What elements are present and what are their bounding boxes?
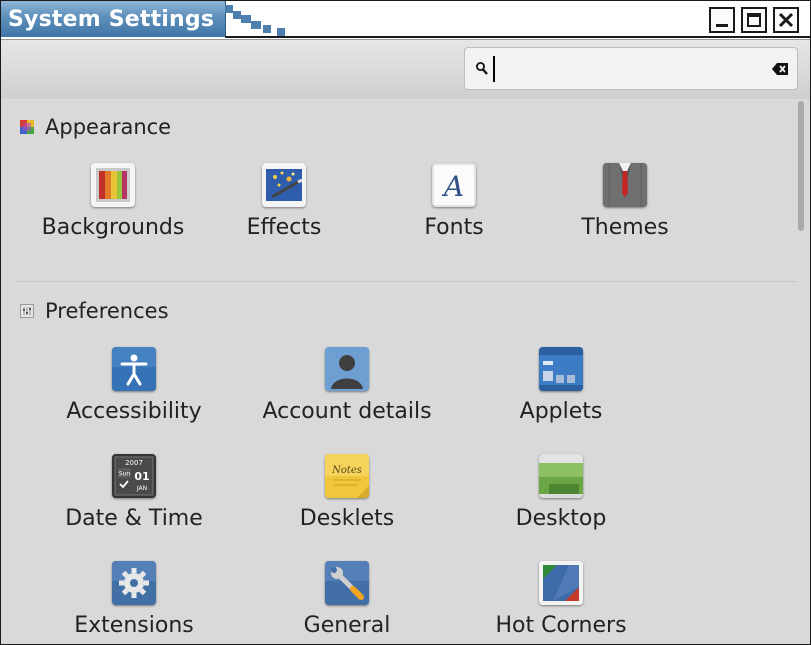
minimize-button[interactable] — [709, 7, 735, 33]
item-applets[interactable]: Applets — [476, 347, 646, 424]
item-extensions[interactable]: Extensions — [49, 561, 219, 638]
item-label: Desktop — [515, 506, 607, 531]
desklets-note-text: Notes — [331, 465, 362, 476]
maximize-icon — [747, 13, 761, 27]
extensions-icon — [112, 561, 156, 605]
minimize-icon — [716, 24, 728, 27]
date-time-icon: 2007 Sun 01 JAN — [112, 454, 156, 498]
item-account-details[interactable]: Account details — [262, 347, 432, 424]
item-themes[interactable]: Themes — [540, 163, 710, 240]
item-desktop[interactable]: Desktop — [476, 454, 646, 531]
search-input[interactable] — [493, 52, 767, 87]
titlebar-decoration — [233, 11, 241, 19]
themes-icon — [603, 163, 647, 207]
system-settings-window: System Settings Appearance Backgrounds E… — [0, 0, 811, 645]
item-backgrounds[interactable]: Backgrounds — [28, 163, 198, 240]
hot-corners-icon — [539, 561, 583, 605]
effects-icon — [262, 163, 306, 207]
item-accessibility[interactable]: Accessibility — [49, 347, 219, 424]
date-time-day: 01 — [134, 470, 149, 483]
section-title-preferences: Preferences — [45, 299, 169, 323]
titlebar-decoration — [225, 5, 233, 13]
general-icon — [325, 561, 369, 605]
item-label: Account details — [262, 399, 432, 424]
titlebar-decoration — [277, 28, 285, 36]
item-label: Extensions — [74, 613, 194, 638]
toolbar — [1, 39, 810, 100]
applets-icon — [539, 347, 583, 391]
section-title-appearance: Appearance — [45, 115, 172, 139]
close-button[interactable] — [773, 7, 799, 33]
accessibility-icon — [112, 347, 156, 391]
window-title: System Settings — [8, 7, 215, 32]
item-hot-corners[interactable]: Hot Corners — [476, 561, 646, 638]
close-icon — [778, 12, 794, 28]
clear-search-icon[interactable] — [771, 62, 789, 76]
search-icon — [476, 62, 488, 75]
titlebar-decoration — [251, 21, 261, 29]
titlebar-decoration — [241, 15, 251, 23]
backgrounds-icon — [91, 163, 135, 207]
item-label: Fonts — [424, 215, 484, 240]
item-label: Backgrounds — [41, 215, 185, 240]
date-time-month: JAN — [136, 485, 147, 492]
account-details-icon — [325, 347, 369, 391]
date-time-year: 2007 — [125, 459, 143, 467]
item-label: General — [303, 613, 391, 638]
date-time-weekday: Sun — [119, 471, 131, 478]
titlebar-decoration — [263, 25, 271, 33]
item-date-time[interactable]: 2007 Sun 01 JAN Date & Time — [49, 454, 219, 531]
title-tab[interactable]: System Settings — [1, 1, 226, 37]
item-desklets[interactable]: Notes Desklets — [262, 454, 432, 531]
titlebar-rule — [225, 36, 810, 38]
item-label: Applets — [519, 399, 603, 424]
appearance-icon — [20, 120, 34, 134]
search-box[interactable] — [464, 47, 798, 90]
item-label: Themes — [581, 215, 669, 240]
svg-text:A: A — [441, 170, 464, 203]
settings-content[interactable]: Appearance Backgrounds Effects A Fonts T… — [1, 99, 810, 644]
item-general[interactable]: General — [262, 561, 432, 638]
section-divider — [15, 281, 797, 282]
item-fonts[interactable]: A Fonts — [369, 163, 539, 240]
desktop-icon — [539, 454, 583, 498]
maximize-button[interactable] — [741, 7, 767, 33]
item-label: Desklets — [299, 506, 395, 531]
fonts-icon: A — [432, 163, 476, 207]
scrollbar-thumb[interactable] — [798, 101, 804, 231]
item-label: Hot Corners — [495, 613, 627, 638]
item-label: Accessibility — [66, 399, 202, 424]
item-label: Effects — [246, 215, 322, 240]
item-effects[interactable]: Effects — [199, 163, 369, 240]
desklets-icon: Notes — [325, 454, 369, 498]
section-preferences-header: Preferences — [20, 298, 169, 324]
item-label: Date & Time — [65, 506, 203, 531]
preferences-icon — [20, 304, 34, 318]
title-bar[interactable]: System Settings — [1, 1, 810, 39]
section-appearance-header: Appearance — [20, 114, 171, 140]
